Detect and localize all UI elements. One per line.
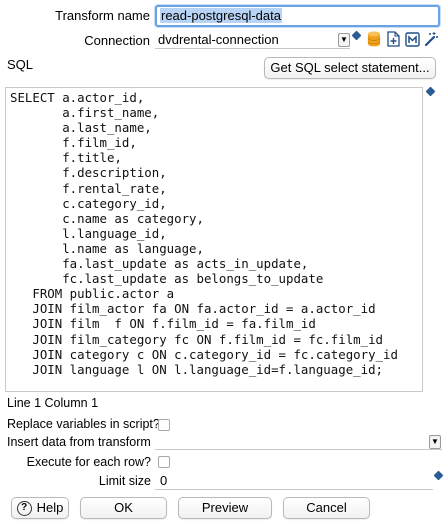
limit-variable-diamond-icon	[433, 470, 444, 481]
execute-each-row-label: Execute for each row?	[26, 455, 151, 469]
connection-label: Connection	[84, 33, 150, 48]
limit-size-label: Limit size	[98, 474, 151, 488]
new-file-icon[interactable]	[385, 30, 401, 48]
cancel-button[interactable]: Cancel	[283, 497, 370, 519]
sql-statement: SELECT a.actor_id, a.first_name, a.last_…	[10, 90, 398, 377]
sql-editor[interactable]: SELECT a.actor_id, a.first_name, a.last_…	[5, 87, 423, 392]
execute-each-row-checkbox[interactable]	[158, 456, 170, 468]
database-icon[interactable]	[366, 30, 382, 48]
manage-icon[interactable]	[404, 30, 420, 48]
connection-dropdown-arrow[interactable]: ▼	[338, 33, 350, 47]
limit-size-value: 0	[160, 473, 168, 488]
variable-diamond-icon	[351, 30, 362, 41]
help-label: Help	[36, 500, 64, 515]
wizard-icon[interactable]	[423, 30, 439, 48]
transform-name-label: Transform name	[55, 8, 150, 23]
sql-label: SQL	[7, 57, 34, 72]
limit-size-input[interactable]: 0	[155, 472, 433, 490]
transform-name-value: read-postgresql-data	[160, 8, 282, 23]
connection-value: dvdrental-connection	[158, 32, 279, 47]
replace-variables-checkbox[interactable]	[158, 419, 170, 431]
insert-data-dropdown-arrow[interactable]: ▼	[429, 435, 441, 449]
insert-data-label: Insert data from transform	[7, 435, 151, 449]
get-sql-select-button[interactable]: Get SQL select statement...	[264, 57, 436, 79]
preview-button[interactable]: Preview	[178, 497, 272, 519]
transform-name-input[interactable]: read-postgresql-data	[155, 5, 440, 27]
help-icon: ?	[16, 500, 32, 516]
insert-data-select[interactable]	[155, 434, 442, 450]
sql-variable-diamond-icon	[425, 86, 436, 97]
connection-select[interactable]: dvdrental-connection	[155, 31, 350, 49]
ok-button[interactable]: OK	[80, 497, 167, 519]
cursor-position: Line 1 Column 1	[7, 396, 99, 410]
help-button[interactable]: ? Help	[11, 497, 69, 519]
replace-variables-label: Replace variables in script?	[7, 417, 160, 431]
